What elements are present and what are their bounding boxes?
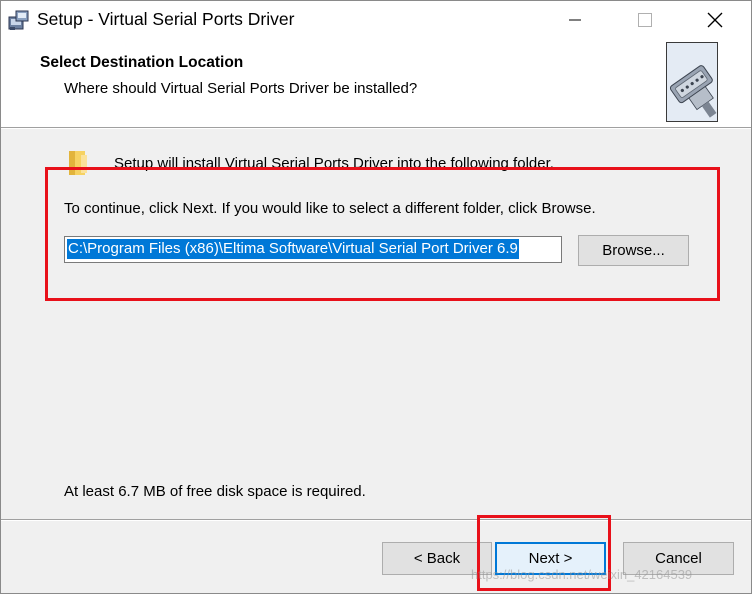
wizard-header: Select Destination Location Where should… (1, 39, 751, 127)
header-divider-highlight (1, 128, 751, 129)
page-subtitle: Where should Virtual Serial Ports Driver… (64, 80, 418, 97)
minimize-button[interactable] (540, 1, 610, 39)
window-title: Setup - Virtual Serial Ports Driver (37, 9, 295, 29)
folder-icon (69, 151, 87, 175)
watermark-text: https://blog.csdn.net/weixin_42164539 (471, 567, 693, 582)
maximize-button[interactable] (610, 1, 680, 39)
page-title: Select Destination Location (40, 54, 244, 71)
instruction-text: To continue, click Next. If you would li… (64, 200, 596, 217)
minimize-icon (569, 19, 581, 21)
setup-app-icon (8, 10, 29, 30)
title-bar[interactable]: Setup - Virtual Serial Ports Driver (1, 1, 751, 39)
disk-space-text: At least 6.7 MB of free disk space is re… (64, 483, 366, 500)
destination-path-value[interactable]: C:\Program Files (x86)\Eltima Software\V… (67, 239, 519, 259)
close-icon (707, 12, 723, 28)
serial-port-connector-icon (666, 42, 718, 122)
footer-divider-highlight (1, 520, 751, 521)
annotation-highlight-path (45, 167, 720, 301)
maximize-icon (638, 13, 652, 27)
install-intro-text: Setup will install Virtual Serial Ports … (114, 155, 554, 172)
browse-button[interactable]: Browse... (578, 235, 689, 266)
close-button[interactable] (680, 1, 750, 39)
setup-window: Setup - Virtual Serial Ports Driver Sele… (0, 0, 752, 594)
destination-path-input[interactable]: C:\Program Files (x86)\Eltima Software\V… (64, 236, 562, 263)
